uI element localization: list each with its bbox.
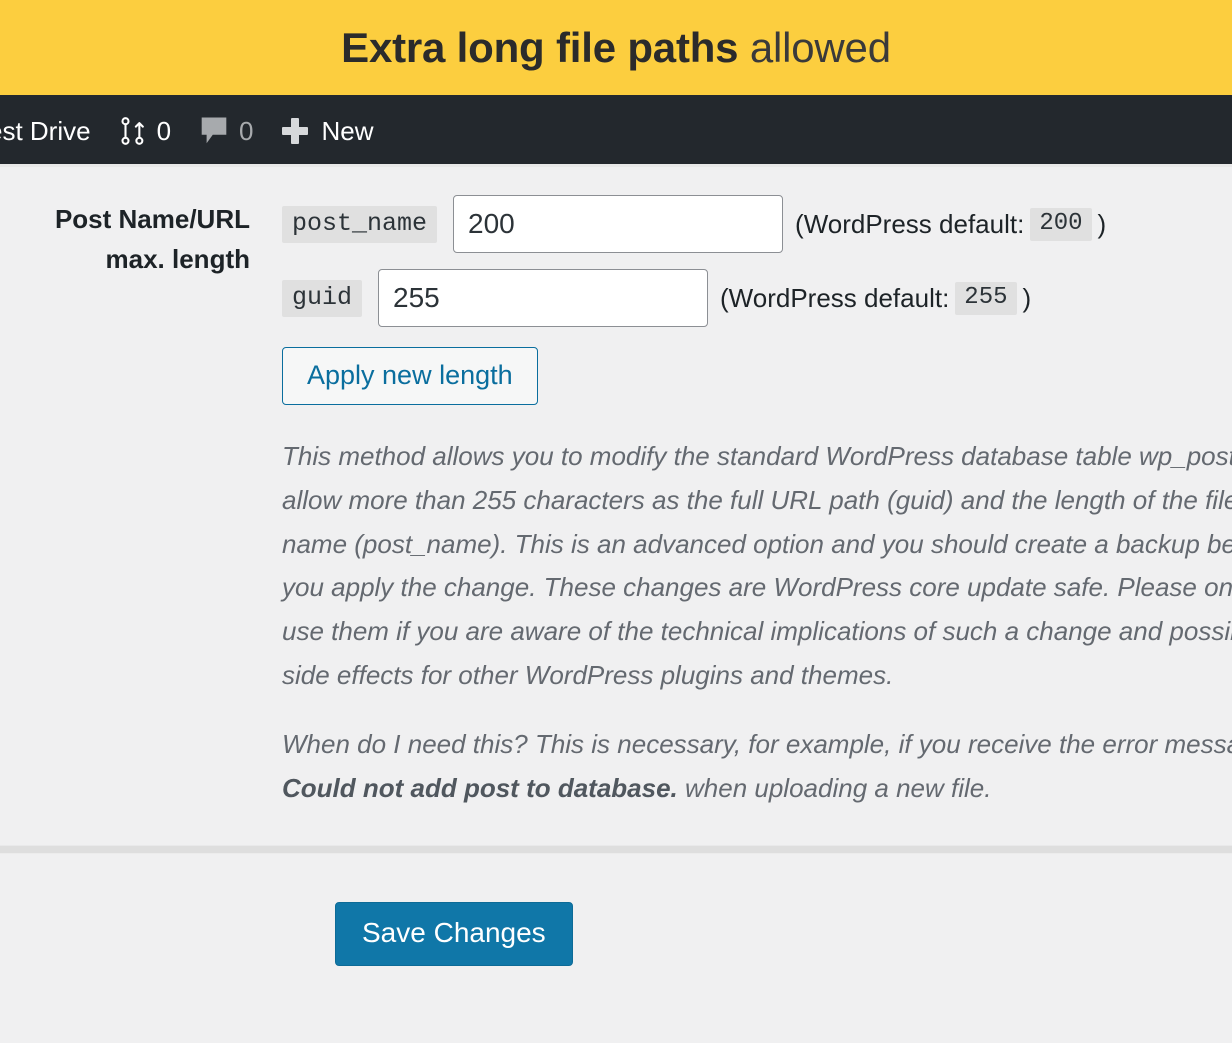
extra-long-paths-notice: Extra long file paths allowed <box>0 0 1232 95</box>
adminbar-site-name[interactable]: est Drive <box>0 95 105 167</box>
post-name-default-prefix: (WordPress default: <box>795 208 1025 239</box>
when-needed-text-end: when uploading a new file. <box>677 773 992 804</box>
guid-input[interactable] <box>378 269 709 327</box>
submit-area: Save Changes <box>0 902 1232 966</box>
notice-title-strong: Extra long file paths <box>341 23 739 71</box>
post-name-url-max-length-label: Post Name/URL max. length <box>0 195 280 811</box>
post-name-default-suffix: ) <box>1097 208 1107 239</box>
row-label-line2: max. length <box>105 244 250 275</box>
post-name-row: post_name (WordPress default: 200 ) <box>282 195 1232 253</box>
method-description-paragraph: This method allows you to modify the sta… <box>282 441 1232 690</box>
updates-icon <box>119 116 147 146</box>
post-name-default-value: 200 <box>1030 207 1092 241</box>
adminbar-comments[interactable]: 0 <box>185 95 267 167</box>
comment-bubble-icon <box>199 115 229 147</box>
guid-default-note: (WordPress default: 255 ) <box>720 281 1032 315</box>
apply-new-length-button[interactable]: Apply new length <box>282 347 538 406</box>
wp-admin-bar: est Drive 0 0 New <box>0 95 1232 167</box>
save-changes-button[interactable]: Save Changes <box>335 902 573 966</box>
guid-default-suffix: ) <box>1022 282 1032 313</box>
settings-content: Post Name/URL max. length post_name (Wor… <box>0 167 1232 1043</box>
updates-count: 0 <box>156 115 172 146</box>
when-needed-text-start: When do I need this? This is necessary, … <box>282 729 1232 760</box>
site-name-label: est Drive <box>0 115 91 146</box>
guid-default-prefix: (WordPress default: <box>720 282 950 313</box>
adminbar-updates[interactable]: 0 <box>105 95 185 167</box>
adminbar-new-content[interactable]: New <box>268 95 388 167</box>
notice-title-light: allowed <box>749 23 891 71</box>
comments-count: 0 <box>239 115 254 146</box>
new-content-label: New <box>321 115 374 146</box>
guid-code-label: guid <box>282 279 363 317</box>
form-field-group: post_name (WordPress default: 200 ) guid… <box>280 195 1232 811</box>
when-needed-paragraph: When do I need this? This is necessary, … <box>282 723 1232 810</box>
post-name-code-label: post_name <box>282 205 438 243</box>
guid-default-value: 255 <box>955 281 1017 315</box>
form-table: Post Name/URL max. length post_name (Wor… <box>0 167 1232 811</box>
guid-row: guid (WordPress default: 255 ) <box>282 269 1232 327</box>
plus-icon <box>281 118 308 144</box>
notice-title: Extra long file paths allowed <box>341 24 891 72</box>
apply-button-wrap: Apply new length <box>282 343 1232 417</box>
post-name-input[interactable] <box>453 195 784 253</box>
section-divider <box>0 845 1232 854</box>
post-name-default-note: (WordPress default: 200 ) <box>795 207 1107 241</box>
row-label-line1: Post Name/URL <box>54 204 250 234</box>
error-message-bold: Could not add post to database. <box>282 773 678 804</box>
